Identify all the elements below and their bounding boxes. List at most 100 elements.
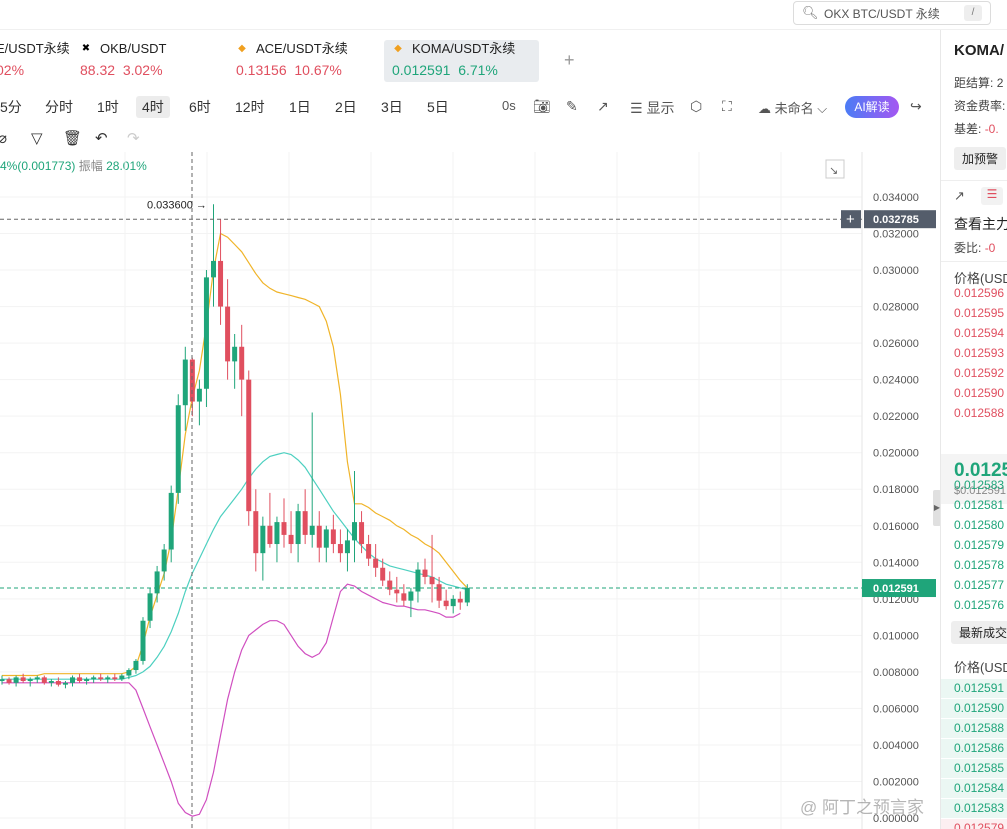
- candle-body: [337, 544, 343, 554]
- search-placeholder: OKX BTC/USDT 永续: [824, 6, 940, 21]
- candle-body: [161, 549, 167, 572]
- ask-price[interactable]: 0.012594: [954, 326, 1004, 340]
- candle-body: [34, 677, 40, 680]
- candle-body: [112, 677, 118, 680]
- ask-price[interactable]: 0.012592: [954, 366, 1004, 380]
- search-shortcut-key: /: [964, 5, 982, 21]
- y-tick-label: 0.030000: [873, 265, 919, 277]
- add-tab-button[interactable]: +: [564, 50, 575, 71]
- layout-menu[interactable]: ☁︎ 未命名 ⌵: [758, 98, 827, 117]
- ticker-change: 3.02%: [122, 62, 163, 78]
- ratio-label: 委比:: [954, 241, 982, 255]
- right-panel: KOMA/ 距结算: 2 资金费率: 基差: -0. 加预警 ↗ ☰ 查看主力 …: [940, 30, 1007, 829]
- bid-price[interactable]: 0.012579: [954, 538, 1004, 552]
- timeframe-12h[interactable]: 12时: [229, 96, 271, 118]
- ma-line-teal: [2, 452, 468, 680]
- search-icon: 🔍︎: [802, 5, 819, 20]
- y-tick-label: 0.018000: [873, 484, 919, 496]
- add-alert-button[interactable]: 加预警: [954, 147, 1007, 170]
- timeframe-1d[interactable]: 1日: [283, 96, 317, 118]
- ask-price[interactable]: 0.012593: [954, 346, 1004, 360]
- candle-body: [98, 677, 104, 680]
- ask-price[interactable]: 0.012596: [954, 286, 1004, 300]
- search-input[interactable]: 🔍︎ OKX BTC/USDT 永续 /: [793, 1, 991, 25]
- latest-trades-tab[interactable]: 最新成交: [951, 621, 1007, 644]
- candle-body: [84, 679, 90, 682]
- display-menu[interactable]: ☰ 显示: [630, 98, 674, 118]
- link-icon[interactable]: ⌀: [0, 129, 7, 147]
- last-price: 0.012591: [873, 583, 919, 595]
- camera-icon[interactable]: 📷︎: [533, 98, 551, 115]
- candle-body: [168, 492, 174, 550]
- fullscreen-icon[interactable]: ⛶: [722, 98, 732, 115]
- timeframe-4h[interactable]: 4时: [136, 96, 170, 118]
- candle-body: [408, 591, 414, 601]
- candle-body: [0, 679, 5, 682]
- orderbook-mode-icon[interactable]: ☰: [981, 187, 1003, 205]
- y-tick-label: 0.026000: [873, 338, 919, 350]
- trash-icon[interactable]: 🗑︎: [63, 129, 82, 147]
- ticker-tab-koma-usdt[interactable]: ◆ KOMA/USDT永续 0.012591 6.71%: [384, 40, 539, 82]
- main-force-link[interactable]: 查看主力: [954, 214, 1007, 234]
- timeframe-1h[interactable]: 1时: [91, 96, 125, 118]
- candle-body: [359, 522, 365, 545]
- okb-icon: ✖: [81, 43, 91, 54]
- popout-icon[interactable]: ↗: [597, 98, 609, 115]
- candle-body: [267, 525, 273, 545]
- y-tick-label: 0.024000: [873, 375, 919, 387]
- pencil-icon[interactable]: ✎: [566, 98, 578, 115]
- timeframe-5m[interactable]: 5分: [0, 96, 28, 118]
- y-tick-label: 0.006000: [873, 703, 919, 715]
- ticker-tab-okb-usdt[interactable]: ✖ OKB/USDT 88.32 3.02%: [80, 40, 166, 82]
- candle-body: [394, 589, 400, 594]
- settle-value: 2: [996, 76, 1004, 90]
- settings-icon[interactable]: ⬡: [690, 98, 702, 115]
- undo-icon[interactable]: ↶: [95, 129, 108, 147]
- price-chart[interactable]: 0.034000 0.032000 0.030000 0.028000 0.026000…: [0, 150, 940, 829]
- candles: [0, 204, 470, 689]
- bid-price[interactable]: 0.012578: [954, 558, 1004, 572]
- ticker-price: 0.012591: [392, 62, 451, 78]
- bid-price[interactable]: 0.012583: [954, 478, 1004, 492]
- timeframe-line[interactable]: 分时: [39, 96, 79, 118]
- candle-body: [295, 511, 301, 545]
- candle-body: [182, 359, 188, 406]
- trades-price-header: 价格(USD: [954, 660, 1007, 675]
- filter-icon[interactable]: ▽: [31, 129, 43, 147]
- candle-body: [302, 511, 308, 535]
- timeframe-2d[interactable]: 2日: [329, 96, 363, 118]
- ticker-tab-e-usdt[interactable]: E/USDT永续 02%: [0, 40, 70, 82]
- candle-body: [77, 677, 83, 682]
- candle-body: [147, 593, 153, 621]
- ask-price[interactable]: 0.012595: [954, 306, 1004, 320]
- ai-analysis-button[interactable]: AI解读: [845, 96, 899, 118]
- popout-orderbook-icon[interactable]: ↗: [954, 188, 965, 204]
- bid-price[interactable]: 0.012576: [954, 598, 1004, 612]
- ask-price[interactable]: 0.012590: [954, 386, 1004, 400]
- ticker-tab-ace-usdt[interactable]: ◆ ACE/USDT永续 0.13156 10.67%: [236, 40, 348, 82]
- cloud-icon: ☁︎: [758, 101, 771, 116]
- timeframe-6h[interactable]: 6时: [183, 96, 217, 118]
- candle-body: [119, 675, 125, 680]
- timeframe-bar: 5分 分时 1时 4时 6时 12时 1日 2日 3日 5日 0s 📷︎ ✎ ↗…: [0, 92, 940, 122]
- candle-body: [48, 681, 54, 683]
- candle-body: [260, 525, 266, 554]
- timeframe-5d[interactable]: 5日: [421, 96, 455, 118]
- candle-body: [373, 558, 379, 568]
- ask-price[interactable]: 0.012588: [954, 406, 1004, 420]
- basis-label: 基差:: [954, 122, 982, 136]
- candle-body: [288, 534, 294, 545]
- bid-price[interactable]: 0.012581: [954, 498, 1004, 512]
- settle-label: 距结算:: [954, 76, 994, 90]
- bid-price[interactable]: 0.012577: [954, 578, 1004, 592]
- y-tick-label: 0.032000: [873, 229, 919, 241]
- candle-body: [246, 379, 252, 512]
- candle-body: [352, 522, 357, 541]
- candle-body: [70, 677, 75, 683]
- ticker-change: 6.71%: [458, 62, 498, 78]
- share-icon[interactable]: ↪: [910, 98, 922, 115]
- ratio-value: -0: [984, 241, 996, 255]
- bid-price[interactable]: 0.012580: [954, 518, 1004, 532]
- redo-icon[interactable]: ↷: [127, 129, 140, 147]
- timeframe-3d[interactable]: 3日: [375, 96, 409, 118]
